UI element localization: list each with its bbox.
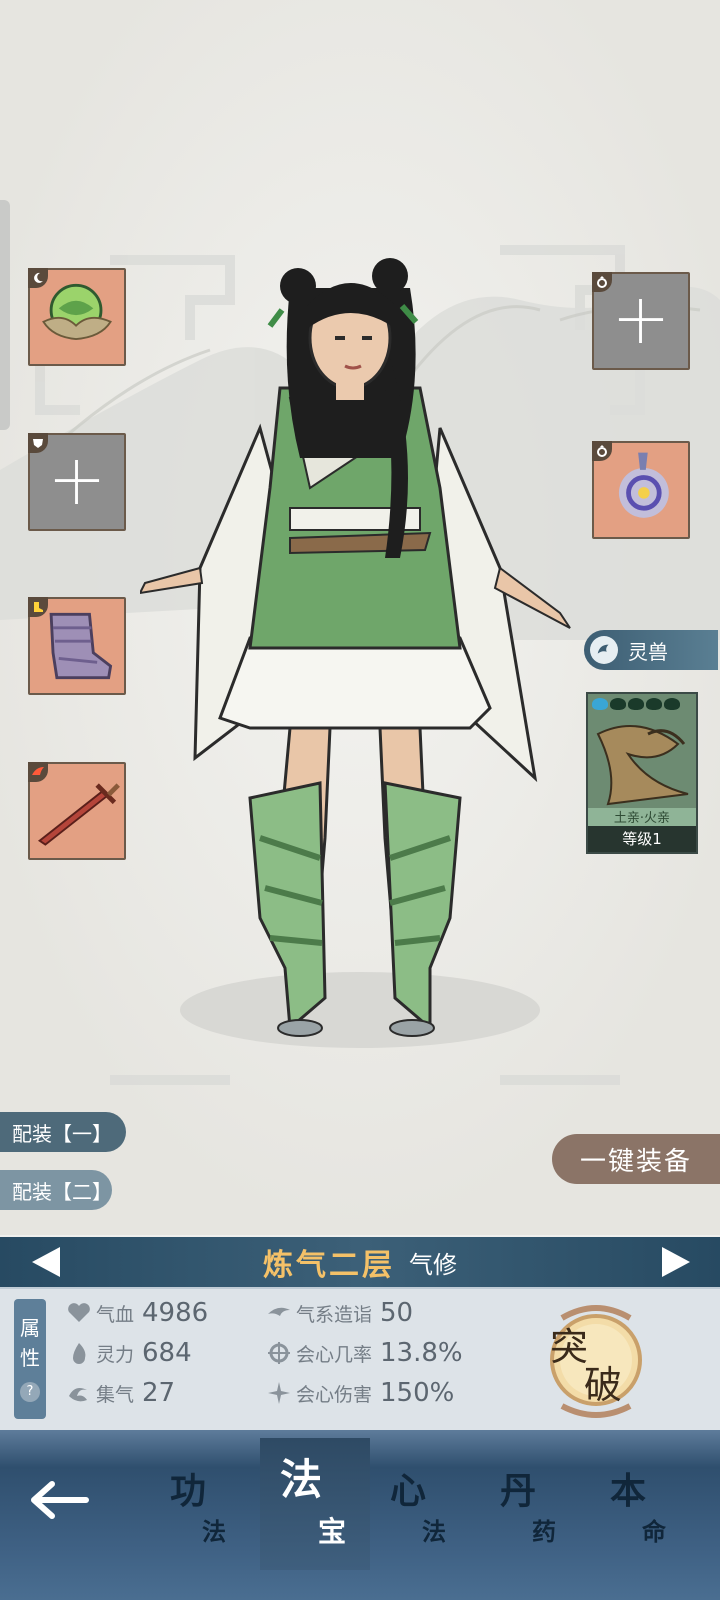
tab-fabao[interactable]: 法 宝	[260, 1438, 370, 1570]
crit-rate-icon	[268, 1342, 290, 1364]
stat-qi-mastery: 气系造诣 50	[266, 1295, 413, 1331]
character-scene: 灵兽 土亲·火亲 等级1 配装【一】 配装【二】 一键装备	[0, 0, 720, 1235]
character-illustration	[140, 258, 571, 1037]
heart-icon	[68, 1303, 90, 1322]
cultivation-type: 气修	[409, 1250, 457, 1279]
breakthrough-label-bottom: 破	[584, 1363, 623, 1407]
crit-damage-icon	[268, 1382, 290, 1404]
tab-xinfa[interactable]: 心 法	[370, 1460, 480, 1560]
swirl-icon	[69, 1388, 87, 1402]
loadout-one-button[interactable]: 配装【一】	[0, 1112, 126, 1152]
realm-name: 炼气二层	[263, 1248, 395, 1283]
flame-icon	[73, 1343, 86, 1364]
beast-level: 等级1	[588, 826, 696, 852]
spirit-beast-card[interactable]: 土亲·火亲 等级1	[586, 692, 698, 854]
add-plus-icon	[54, 459, 100, 505]
spirit-beast-label: 灵兽	[628, 639, 668, 664]
tab-gongfa[interactable]: 功 法	[150, 1460, 260, 1560]
next-arrow-icon[interactable]	[660, 1247, 692, 1277]
stat-crit-rate: 会心几率 13.8%	[266, 1335, 463, 1371]
slot-ring-empty[interactable]	[592, 272, 690, 370]
stat-hp: 气血 4986	[66, 1295, 208, 1331]
slot-armor-empty[interactable]	[28, 433, 126, 531]
attributes-tab[interactable]: 属 性 ?	[14, 1299, 46, 1419]
bottom-tab-bar: 功 法 法 宝 心 法 丹 药 本 命	[0, 1430, 720, 1600]
star-rating	[592, 698, 680, 710]
spirit-beast-tab[interactable]: 灵兽	[584, 630, 718, 670]
breakthrough-label-top: 突	[550, 1325, 589, 1369]
tab-benming[interactable]: 本 命	[590, 1460, 700, 1560]
beast-head-icon	[590, 636, 618, 664]
attributes-label-bottom: 性	[20, 1346, 40, 1370]
slot-weapon[interactable]	[28, 762, 126, 860]
back-arrow-icon[interactable]	[30, 1480, 90, 1520]
stat-spirit: 灵力 684	[66, 1335, 192, 1371]
help-icon[interactable]: ?	[20, 1382, 40, 1402]
equip-all-button[interactable]: 一键装备	[552, 1134, 720, 1184]
stat-crit-damage: 会心伤害 150%	[266, 1375, 454, 1411]
loadout-two-button[interactable]: 配装【二】	[0, 1170, 112, 1210]
previous-arrow-icon[interactable]	[30, 1247, 62, 1277]
slot-boots[interactable]	[28, 597, 126, 695]
wind-icon	[268, 1307, 290, 1316]
breakthrough-button[interactable]: 突 破	[542, 1296, 650, 1424]
slot-treasure-orb[interactable]	[28, 268, 126, 366]
realm-bar: 炼气二层 气修	[0, 1237, 720, 1287]
stat-qi-gather: 集气 27	[66, 1375, 175, 1411]
add-plus-icon	[618, 298, 664, 344]
edge-handle	[0, 200, 10, 430]
tab-danyao[interactable]: 丹 药	[480, 1460, 590, 1560]
attributes-label-top: 属	[20, 1316, 40, 1340]
slot-ring[interactable]	[592, 441, 690, 539]
